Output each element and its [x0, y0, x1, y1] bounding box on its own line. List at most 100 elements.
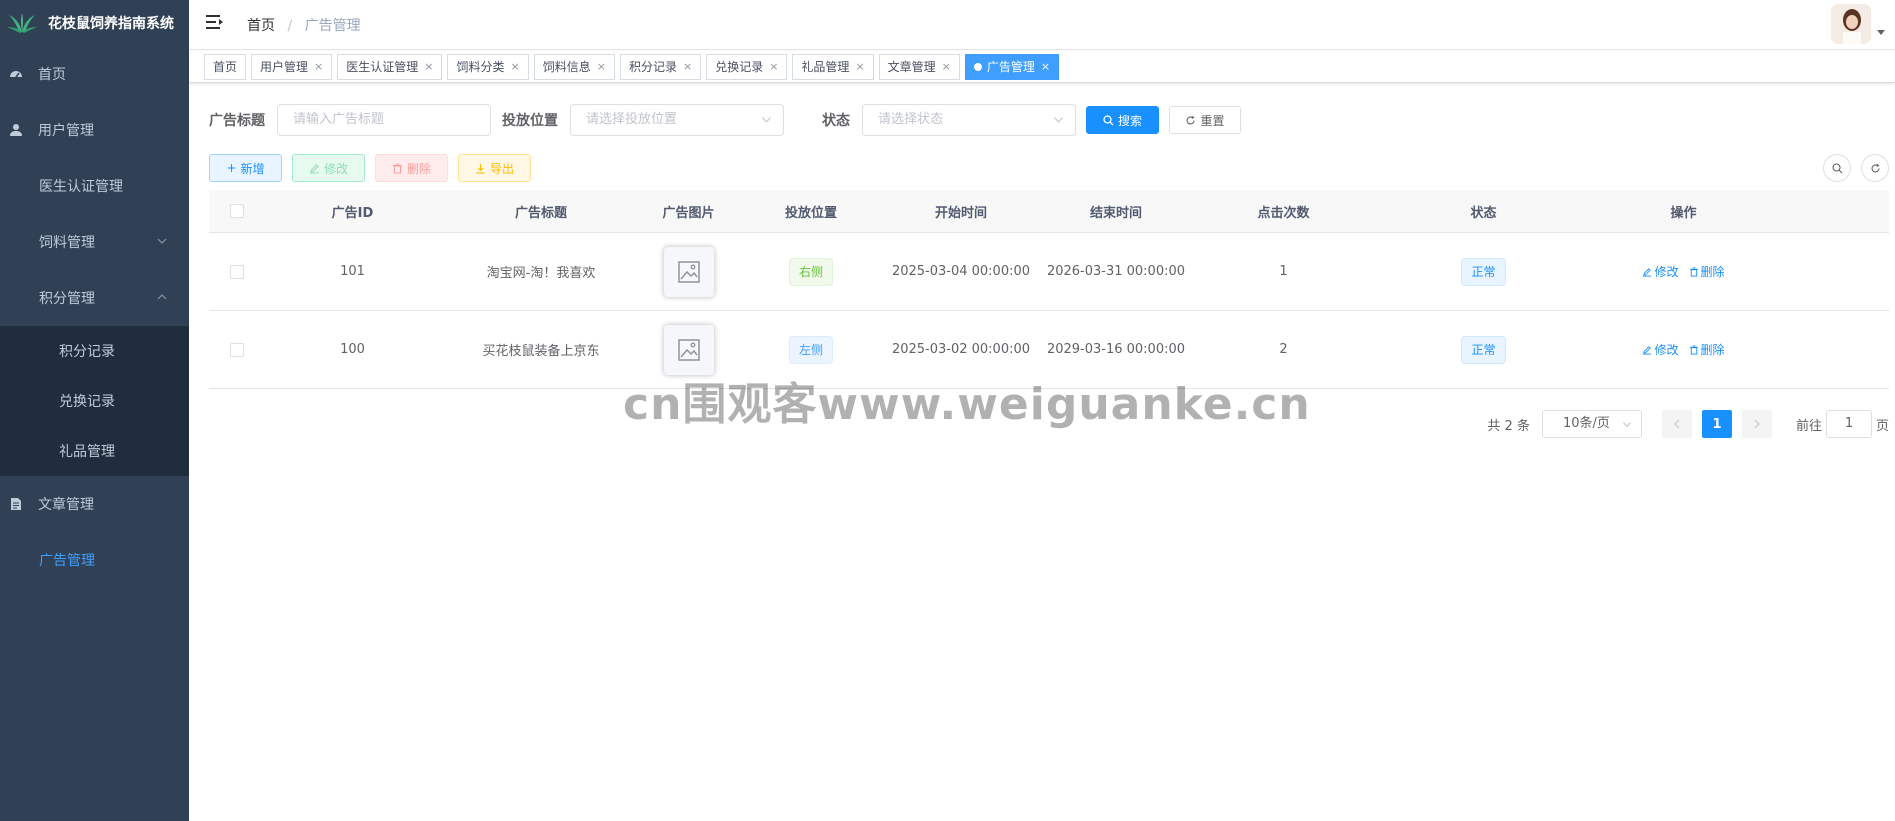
page-size-value: 10条/页 — [1562, 416, 1610, 431]
sidebar-item-points-records[interactable]: 积分记录 — [0, 326, 189, 376]
close-icon[interactable]: × — [855, 55, 864, 79]
refresh-button[interactable] — [1861, 154, 1889, 182]
sidebar-item-home[interactable]: 首页 — [0, 46, 189, 102]
select-all-cell — [209, 204, 264, 218]
tag-5[interactable]: 积分记录 × — [619, 53, 702, 80]
trash-icon — [1689, 266, 1701, 277]
column-header[interactable]: 广告图片 — [641, 202, 736, 221]
column-header[interactable]: 广告标题 — [441, 202, 641, 221]
clicks-cell: 2 — [1279, 342, 1288, 357]
status-select[interactable]: 请选择状态 — [862, 104, 1076, 136]
page-number-current[interactable]: 1 — [1701, 410, 1732, 438]
tag-3[interactable]: 饲料分类 × — [447, 53, 529, 80]
breadcrumb: 首页 / 广告管理 — [247, 15, 361, 35]
tag-7[interactable]: 礼品管理 × — [792, 53, 874, 80]
tag-6[interactable]: 兑换记录 × — [706, 53, 788, 80]
row-delete-link[interactable]: 删除 — [1689, 341, 1725, 358]
select-all-checkbox[interactable] — [229, 204, 244, 218]
close-icon[interactable]: × — [769, 55, 778, 79]
column-header[interactable]: 操作 — [1596, 202, 1771, 221]
tag-9[interactable]: 广告管理 × — [964, 53, 1060, 80]
avatar[interactable] — [1831, 4, 1871, 44]
close-icon[interactable]: × — [1041, 55, 1050, 79]
hamburger-icon[interactable] — [206, 14, 224, 30]
tag-label: 医生认证管理 — [346, 59, 419, 74]
position-placeholder: 请选择投放位置 — [586, 112, 678, 127]
sidebar-item-users[interactable]: 用户管理 — [0, 102, 189, 158]
ad-title-cell: 买花枝鼠装备上京东 — [482, 344, 600, 359]
edit-button[interactable]: 修改 — [292, 154, 365, 182]
row-delete-link[interactable]: 删除 — [1689, 263, 1725, 280]
status-cell: 正常 — [1371, 257, 1596, 286]
tag-label: 饲料信息 — [542, 59, 591, 74]
close-icon[interactable]: × — [683, 55, 692, 79]
chevron-right-icon — [1754, 419, 1760, 429]
tag-1[interactable]: 用户管理 × — [251, 53, 333, 80]
delete-button[interactable]: 删除 — [375, 154, 448, 182]
tag-4[interactable]: 饲料信息 × — [533, 53, 615, 80]
tag-0[interactable]: 首页 — [204, 53, 247, 80]
column-header[interactable]: 广告ID — [264, 202, 441, 221]
ad-title-cell: 淘宝网-淘！我喜欢 — [486, 266, 596, 281]
image-placeholder-icon[interactable] — [663, 246, 714, 297]
close-icon[interactable]: × — [597, 55, 606, 79]
column-header[interactable]: 结束时间 — [1036, 202, 1196, 221]
image-placeholder-icon[interactable] — [663, 324, 714, 375]
column-header[interactable]: 点击次数 — [1196, 202, 1371, 221]
toggle-search-button[interactable] — [1823, 154, 1851, 182]
column-header[interactable]: 投放位置 — [736, 202, 886, 221]
tag-2[interactable]: 医生认证管理 × — [337, 53, 443, 80]
goto-page-input[interactable]: 1 — [1825, 410, 1872, 438]
status-cell: 正常 — [1371, 335, 1596, 364]
page-size-select[interactable]: 10条/页 — [1541, 410, 1642, 438]
row-checkbox[interactable] — [229, 264, 244, 279]
sidebar-item-doctor-auth[interactable]: 医生认证管理 — [0, 158, 189, 214]
chevron-down-icon — [1054, 117, 1063, 123]
sidebar-item-articles[interactable]: 文章管理 — [0, 476, 189, 532]
position-select[interactable]: 请选择投放位置 — [570, 104, 784, 136]
close-icon[interactable]: × — [511, 55, 520, 79]
table-body: 101 淘宝网-淘！我喜欢 右侧 2025-03-04 00:00:00 2026-03… — [209, 233, 1889, 389]
close-icon[interactable]: × — [424, 55, 433, 79]
add-button[interactable]: + 新增 — [209, 154, 282, 182]
logo: 花枝鼠饲养指南系统 — [0, 0, 189, 46]
column-header[interactable]: 开始时间 — [886, 202, 1036, 221]
end-time-cell: 2026-03-31 00:00:00 — [1046, 264, 1186, 279]
pagination: 共 2 条 10条/页 1 前往 1 页 — [1487, 410, 1889, 438]
sidebar-item-gifts[interactable]: 礼品管理 — [0, 426, 189, 476]
column-header[interactable]: 状态 — [1371, 202, 1596, 221]
title-search-input[interactable]: 请输入广告标题 — [277, 104, 491, 136]
sidebar-item-label: 医生认证管理 — [39, 179, 123, 195]
breadcrumb-home[interactable]: 首页 — [247, 18, 275, 34]
row-edit-link[interactable]: 修改 — [1642, 263, 1679, 280]
close-icon[interactable]: × — [314, 55, 323, 79]
pagination-total: 共 2 条 — [1487, 418, 1530, 434]
sidebar-item-label: 兑换记录 — [59, 394, 115, 410]
status-placeholder: 请选择状态 — [878, 112, 944, 127]
position-cell: 右侧 — [736, 257, 886, 286]
sidebar-item-label: 积分记录 — [59, 344, 115, 360]
next-page-button[interactable] — [1741, 410, 1772, 438]
row-edit-link[interactable]: 修改 — [1642, 341, 1679, 358]
export-button[interactable]: 导出 — [458, 154, 531, 182]
trash-icon — [1689, 344, 1701, 355]
edit-button-label: 修改 — [323, 161, 348, 176]
reset-button[interactable]: 重置 — [1169, 106, 1241, 134]
sidebar-item-exchange-records[interactable]: 兑换记录 — [0, 376, 189, 426]
search-button[interactable]: 搜索 — [1086, 106, 1159, 134]
avatar-caret-icon[interactable] — [1877, 30, 1885, 35]
search-form: 广告标题 请输入广告标题 投放位置 请选择投放位置 状态 请选择状态 搜索 重置 — [209, 104, 1241, 136]
prev-page-button[interactable] — [1661, 410, 1692, 438]
title-label: 广告标题 — [209, 113, 265, 129]
tag-label: 用户管理 — [260, 59, 309, 74]
position-tag: 右侧 — [788, 257, 833, 286]
tag-8[interactable]: 文章管理 × — [878, 53, 960, 80]
close-icon[interactable]: × — [942, 55, 951, 79]
sidebar-item-ads[interactable]: 广告管理 — [0, 532, 189, 588]
watermark: cn围观客www.weiguanke.cn — [623, 379, 1311, 430]
sidebar-item-feed[interactable]: 饲料管理 — [0, 214, 189, 270]
status-badge: 正常 — [1461, 257, 1506, 286]
sidebar-item-points[interactable]: 积分管理 — [0, 270, 189, 326]
ad-image-cell — [641, 246, 736, 297]
row-checkbox[interactable] — [229, 342, 244, 357]
